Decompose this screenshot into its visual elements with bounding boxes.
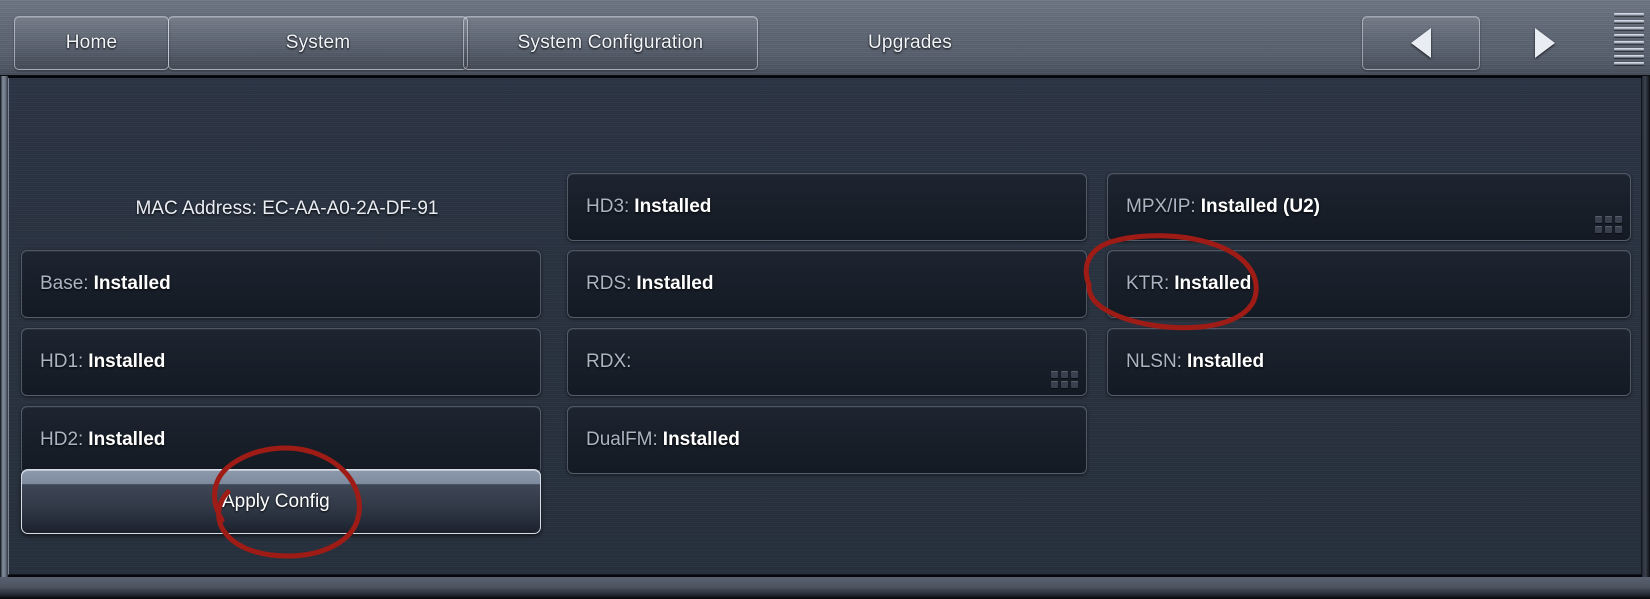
system-configuration-panel: MAC Address: EC-AA-A0-2A-DF-91 Base: Inst… xyxy=(8,78,1642,575)
status-panel-dualfm-text: DualFM: Installed xyxy=(568,429,740,451)
window-bottom-edge xyxy=(0,577,1650,599)
status-panel-ktr-label: KTR: xyxy=(1126,273,1170,294)
tab-system-configuration[interactable]: System Configuration xyxy=(463,16,758,70)
status-panel-mpx-ip-value: Installed (U2) xyxy=(1200,196,1320,217)
status-panel-hd2-label: HD2: xyxy=(40,429,84,450)
status-panel-hd2[interactable]: HD2: Installed xyxy=(21,406,541,474)
status-panel-ktr-value: Installed xyxy=(1174,273,1252,294)
triangle-left-icon xyxy=(1411,28,1431,58)
title-tab-bar: Home System System Configuration Upgrade… xyxy=(0,0,1650,76)
tab-system-configuration-label: System Configuration xyxy=(517,32,704,53)
status-panel-base-label: Base: xyxy=(40,273,89,294)
status-panel-nlsn-text: NLSN: Installed xyxy=(1108,351,1264,373)
status-panel-base-value: Installed xyxy=(93,273,171,294)
window-left-edge xyxy=(0,76,8,577)
status-panel-hd3-text: HD3: Installed xyxy=(568,196,711,218)
status-panel-hd3-value: Installed xyxy=(634,196,712,217)
status-panel-rds-label: RDS: xyxy=(586,273,632,294)
tab-home[interactable]: Home xyxy=(14,16,169,70)
status-panel-mpx-ip-label: MPX/IP: xyxy=(1126,196,1196,217)
tab-system-label: System xyxy=(285,32,351,53)
mac-address-row: MAC Address: EC-AA-A0-2A-DF-91 xyxy=(27,176,547,242)
mac-address-label: MAC Address: xyxy=(135,198,257,219)
mac-address-value: EC-AA-A0-2A-DF-91 xyxy=(262,198,439,219)
nav-previous-button[interactable] xyxy=(1362,16,1480,70)
status-panel-dualfm-value: Installed xyxy=(662,429,740,450)
apply-config-button-label: Apply Config xyxy=(222,490,330,512)
triangle-right-icon xyxy=(1535,28,1555,58)
status-panel-rdx-label: RDX: xyxy=(586,351,632,372)
status-panel-mpx-ip[interactable]: MPX/IP: Installed (U2) xyxy=(1107,173,1631,241)
status-panel-rds-text: RDS: Installed xyxy=(568,273,713,295)
status-panel-rdx[interactable]: RDX: xyxy=(567,328,1087,396)
status-panel-hd2-value: Installed xyxy=(88,429,166,450)
status-panel-dualfm-label: DualFM: xyxy=(586,429,658,450)
status-panel-rdx-text: RDX: xyxy=(568,351,636,373)
status-panel-dualfm[interactable]: DualFM: Installed xyxy=(567,406,1087,474)
status-panel-base-text: Base: Installed xyxy=(22,273,171,295)
status-panel-hd1-text: HD1: Installed xyxy=(22,351,165,373)
status-panel-hd2-text: HD2: Installed xyxy=(22,429,165,451)
tab-upgrades[interactable]: Upgrades xyxy=(760,16,1060,70)
status-panel-ktr-text: KTR: Installed xyxy=(1108,273,1251,295)
nav-next-button[interactable] xyxy=(1500,16,1590,70)
status-panel-nlsn-label: NLSN: xyxy=(1126,351,1182,372)
status-panel-rds[interactable]: RDS: Installed xyxy=(567,250,1087,318)
status-panel-hd1-value: Installed xyxy=(88,351,166,372)
tab-upgrades-label: Upgrades xyxy=(868,32,952,53)
horizontal-lines-grip-icon[interactable] xyxy=(1614,8,1644,70)
application-window: Home System System Configuration Upgrade… xyxy=(0,0,1650,599)
status-panel-ktr[interactable]: KTR: Installed xyxy=(1107,250,1631,318)
mac-address-text: MAC Address: EC-AA-A0-2A-DF-91 xyxy=(135,198,438,220)
resize-grip-icon[interactable] xyxy=(1595,216,1622,233)
window-right-edge xyxy=(1642,76,1650,577)
status-panel-hd3[interactable]: HD3: Installed xyxy=(567,173,1087,241)
status-panel-hd1[interactable]: HD1: Installed xyxy=(21,328,541,396)
status-panel-nlsn-value: Installed xyxy=(1186,351,1265,372)
status-panel-rds-value: Installed xyxy=(636,273,714,294)
status-panel-hd3-label: HD3: xyxy=(586,196,630,217)
tab-home-label: Home xyxy=(65,32,118,53)
status-panel-base[interactable]: Base: Installed xyxy=(21,250,541,318)
status-panel-mpx-ip-text: MPX/IP: Installed (U2) xyxy=(1108,196,1320,218)
apply-config-button[interactable]: Apply Config xyxy=(21,469,541,534)
resize-grip-icon[interactable] xyxy=(1051,371,1078,388)
status-panel-hd1-label: HD1: xyxy=(40,351,84,372)
status-panel-nlsn[interactable]: NLSN: Installed xyxy=(1107,328,1631,396)
tab-system[interactable]: System xyxy=(168,16,468,70)
